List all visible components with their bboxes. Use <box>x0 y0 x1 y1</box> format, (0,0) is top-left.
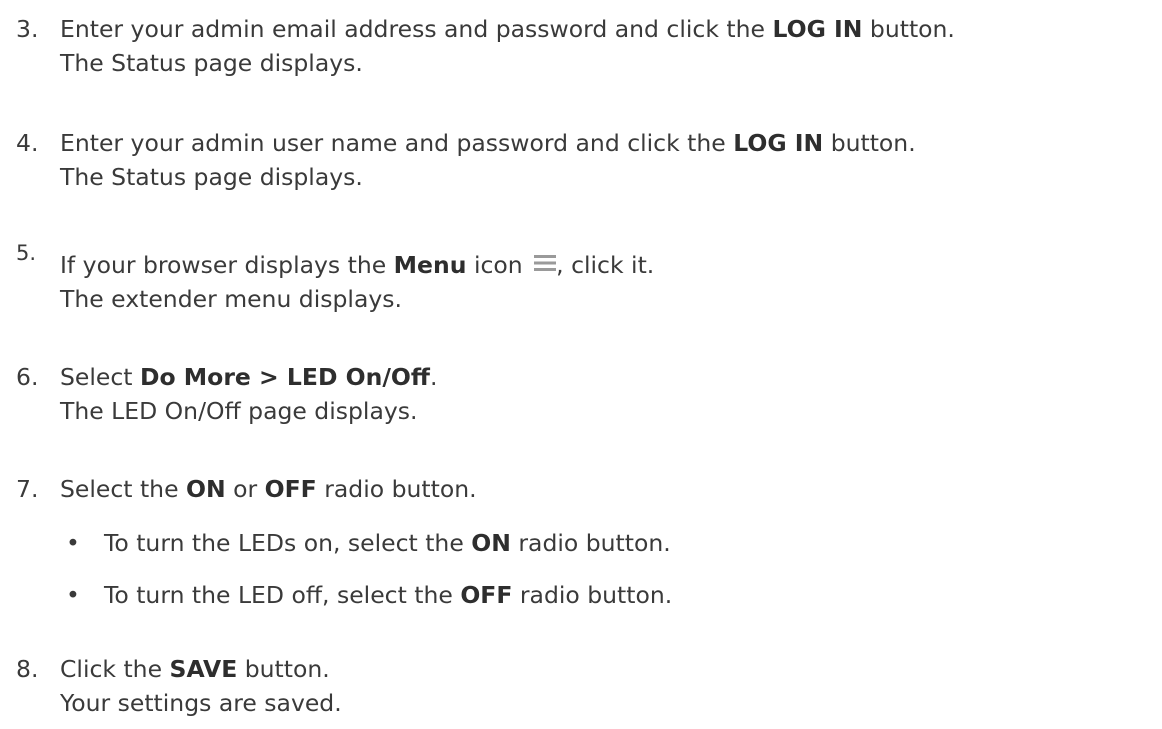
step-instruction: If your browser displays the Menu icon ,… <box>60 246 654 282</box>
instruction-text: If your browser displays the <box>60 251 394 279</box>
instruction-text: To turn the LED off, select the <box>104 581 461 609</box>
step-instruction: Enter your admin user name and password … <box>60 126 916 160</box>
instruction-text: . <box>429 363 438 391</box>
instruction-text: Enter your admin user name and password … <box>60 129 734 157</box>
instruction-text: Enter your admin email address and passw… <box>60 15 773 43</box>
instruction-text: radio button. <box>512 581 673 609</box>
button-name-login: LOG IN <box>772 15 863 43</box>
bullet-text: To turn the LEDs on, select the ON radio… <box>104 526 671 560</box>
step-number: 5. <box>16 241 37 265</box>
step-number: 4. <box>16 129 39 157</box>
instruction-text: button. <box>823 129 916 157</box>
menu-path: Do More > LED On/Off <box>139 363 430 391</box>
option-on: ON <box>471 529 511 557</box>
button-name-login: LOG IN <box>733 129 824 157</box>
instruction-text: Select <box>60 363 140 391</box>
button-name-save: SAVE <box>169 655 238 683</box>
step-number: 7. <box>16 475 39 503</box>
bullet-icon: • <box>66 581 80 609</box>
menu-icon <box>534 246 557 271</box>
instruction-text: icon <box>466 251 531 279</box>
step-number: 8. <box>16 655 39 683</box>
instruction-text: Click the <box>60 655 170 683</box>
instruction-text: radio button. <box>316 475 477 503</box>
instruction-text: To turn the LEDs on, select the <box>104 529 472 557</box>
step-result: Your settings are saved. <box>60 689 342 717</box>
step-text: Select Do More > LED On/Off. The LED On/… <box>60 360 437 428</box>
instruction-text: radio button. <box>510 529 671 557</box>
option-off: OFF <box>460 581 513 609</box>
instruction-text: , click it. <box>556 251 655 279</box>
step-text: Enter your admin user name and password … <box>60 126 916 194</box>
option-on: ON <box>186 475 226 503</box>
step-number: 6. <box>16 363 39 391</box>
step-instruction: Select the ON or OFF radio button. <box>60 472 477 506</box>
step-text: Select the ON or OFF radio button. <box>60 472 477 506</box>
instruction-text: or <box>225 475 265 503</box>
step-number: 3. <box>16 15 39 43</box>
step-result: The Status page displays. <box>60 49 363 77</box>
step-text: If your browser displays the Menu icon ,… <box>60 246 654 316</box>
step-result: The Status page displays. <box>60 163 363 191</box>
step-result: The extender menu displays. <box>60 285 402 313</box>
step-text: Enter your admin email address and passw… <box>60 12 955 80</box>
step-instruction: Click the SAVE button. <box>60 652 342 686</box>
step-result: The LED On/Off page displays. <box>60 397 418 425</box>
instruction-text: Select the <box>60 475 187 503</box>
instruction-text: button. <box>862 15 955 43</box>
step-instruction: Enter your admin email address and passw… <box>60 12 955 46</box>
step-text: Click the SAVE button. Your settings are… <box>60 652 342 720</box>
menu-label: Menu <box>393 251 467 279</box>
step-instruction: Select Do More > LED On/Off. <box>60 360 437 394</box>
bullet-icon: • <box>66 529 80 557</box>
option-off: OFF <box>264 475 317 503</box>
bullet-text: To turn the LED off, select the OFF radi… <box>104 578 672 612</box>
instruction-text: button. <box>237 655 330 683</box>
